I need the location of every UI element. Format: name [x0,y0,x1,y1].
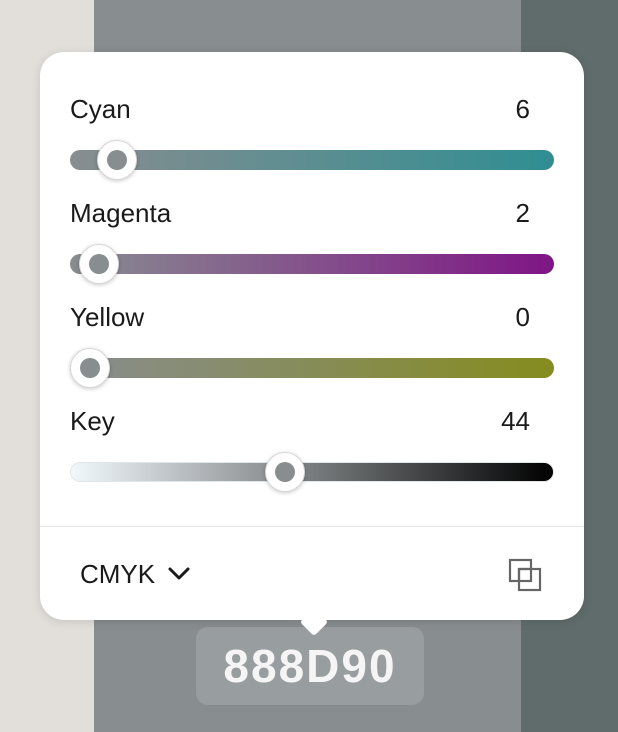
color-picker-popover [40,52,584,620]
color-mode-dropdown[interactable]: CMYK [80,556,191,592]
cyan-label: Cyan [70,94,131,124]
hex-value-badge[interactable]: 888D90 [196,627,424,705]
key-thumb-dot [275,462,296,482]
cyan-slider-thumb[interactable] [96,140,137,180]
cyan-thumb-dot [106,150,127,170]
magenta-thumb-dot [88,254,109,274]
magenta-label: Magenta [70,198,172,228]
chevron-down-icon [168,567,190,580]
cyan-value: 6 [515,94,530,124]
cyan-slider-track[interactable] [70,150,554,170]
magenta-slider-track[interactable] [70,254,554,274]
yellow-slider-thumb[interactable] [70,348,110,388]
yellow-label: Yellow [70,302,145,332]
yellow-value: 0 [515,302,530,332]
key-value: 44 [501,406,530,436]
color-mode-label: CMYK [80,558,156,589]
magenta-slider-thumb[interactable] [78,244,119,284]
magenta-value: 2 [515,198,530,228]
key-label: Key [70,406,115,436]
yellow-thumb-dot [80,358,100,378]
copy-icon[interactable] [506,556,544,594]
yellow-slider-track[interactable] [70,358,554,378]
hex-value-text: 888D90 [223,640,397,692]
popover-divider [40,526,584,527]
key-slider-track[interactable] [70,462,554,482]
